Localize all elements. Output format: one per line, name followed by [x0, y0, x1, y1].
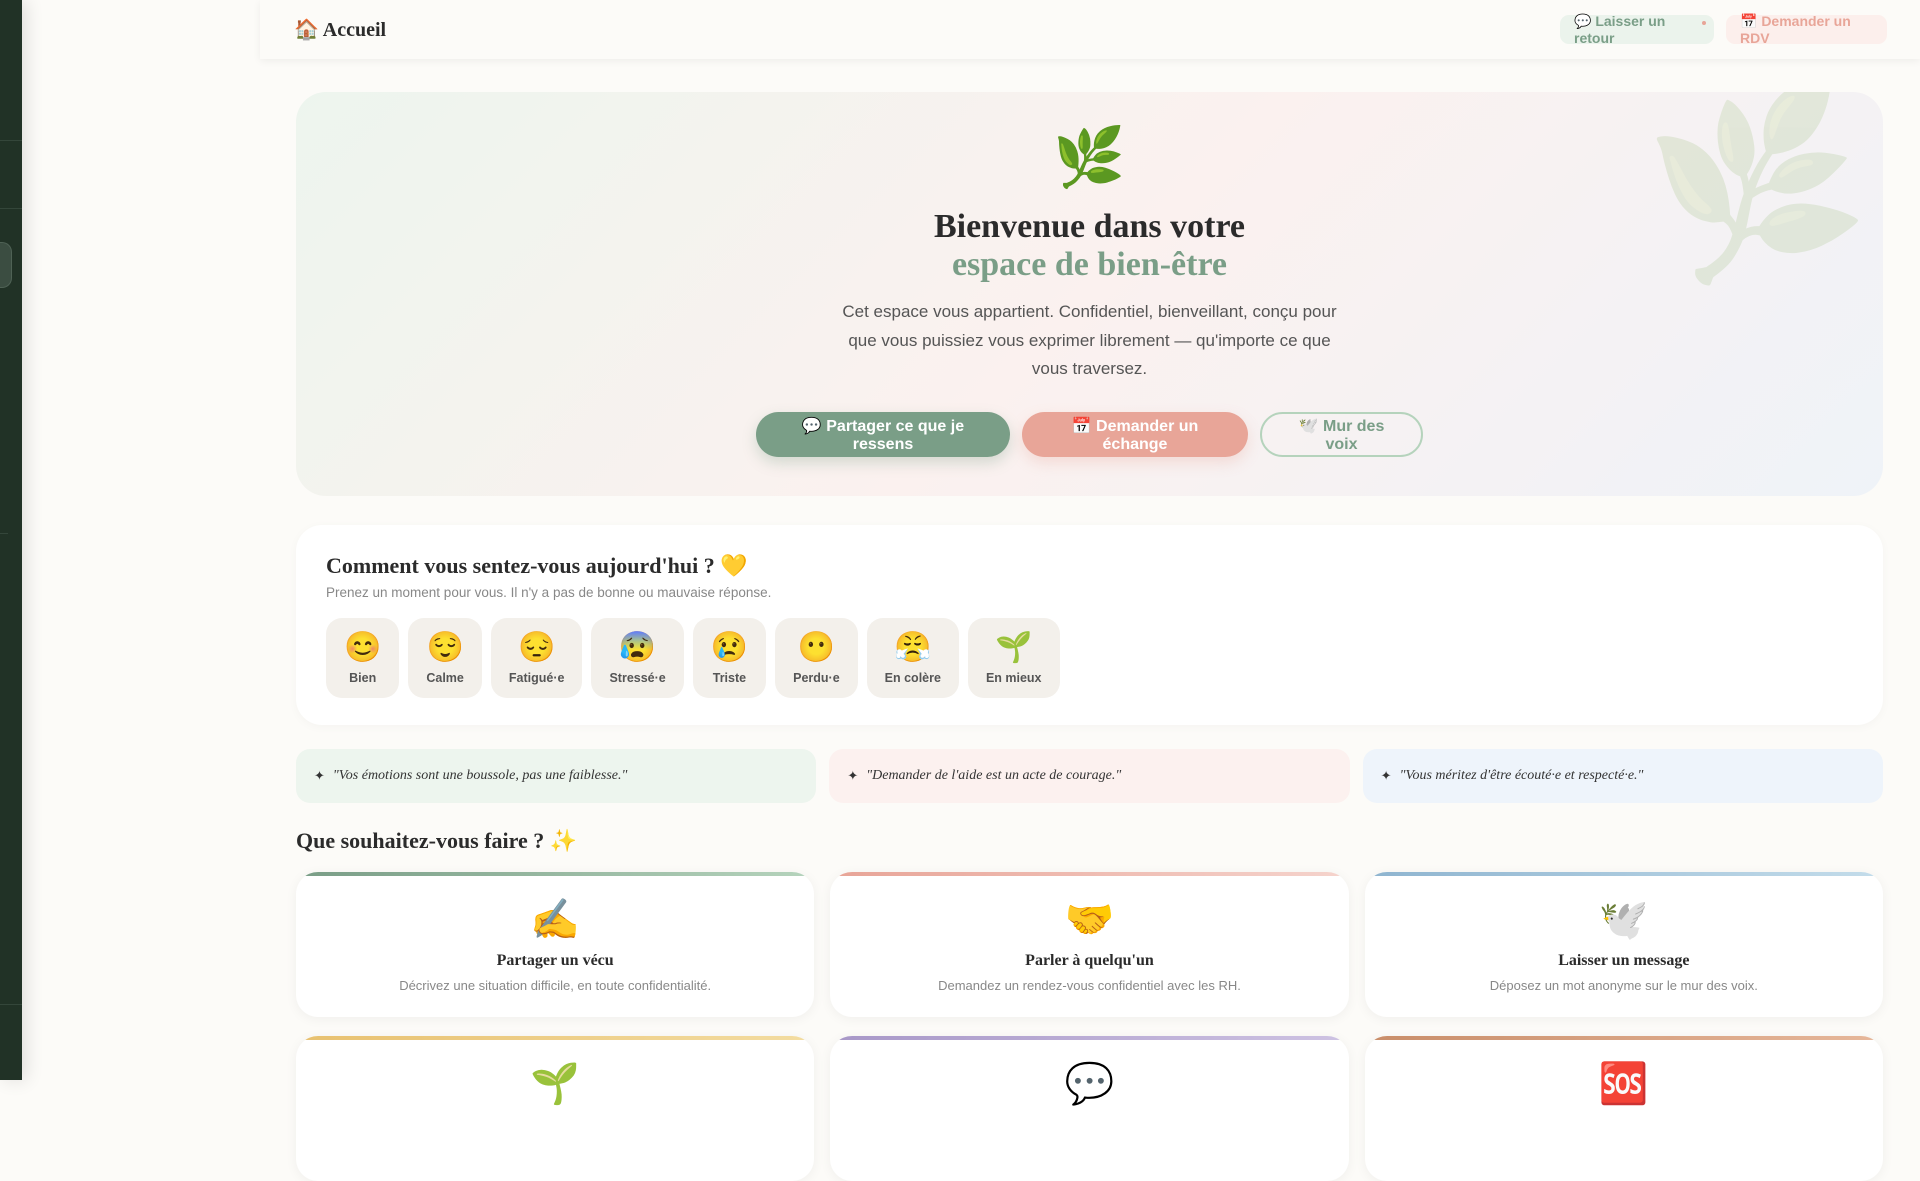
card-icon: ✍️: [530, 898, 581, 942]
quote-card: ✦ "Vos émotions sont une boussole, pas un…: [296, 749, 817, 803]
hero-banner: 🌿 🌿 Bienvenue dans votre espace de bien-…: [296, 92, 1883, 496]
quote-text: "Vous méritez d'être écouté·e et respect…: [1399, 768, 1644, 783]
mood-option[interactable]: 😊 Bien: [326, 618, 400, 698]
mood-emoji-icon: 🌱: [995, 631, 1033, 664]
feedback-label: 💬 Laisser un retour: [1574, 13, 1666, 46]
card-accent-bar: [304, 872, 807, 876]
mood-emoji-icon: 😔: [517, 631, 556, 664]
mood-emoji-icon: 😤: [894, 631, 932, 664]
card-accent-bar: [838, 1036, 1341, 1040]
mood-emoji-icon: 😌: [426, 631, 464, 664]
action-card[interactable]: 🕊️ Laisser un message Déposez un mot anony…: [1364, 872, 1883, 1017]
card-description: Déposez un mot anonyme sur le mur des vo…: [1489, 978, 1758, 993]
mood-title: Comment vous sentez-vous aujourd'hui ? 💛: [326, 553, 748, 578]
sidebar: [0, 0, 22, 1080]
request-exchange-button[interactable]: 📅 Demander un échange: [1022, 412, 1248, 457]
hero-title: Bienvenue dans votre: [933, 208, 1246, 245]
mood-label: Stressé·e: [609, 671, 666, 685]
share-feelings-button[interactable]: 💬 Partager ce que je ressens: [756, 412, 1010, 457]
wall-of-voices-button[interactable]: 🕊️ Mur des voix: [1260, 412, 1423, 457]
actions-title: Que souhaitez-vous faire ? ✨: [296, 828, 578, 853]
action-card[interactable]: 🌱: [296, 1036, 815, 1181]
mood-label: En mieux: [985, 671, 1042, 685]
sidebar-divider: [0, 140, 22, 141]
card-icon: 🕊️: [1598, 898, 1649, 942]
quote-card: ✦ "Vous méritez d'être écouté·e et respec…: [1362, 749, 1883, 803]
card-icon: 💬: [1064, 1062, 1115, 1106]
card-icon: 🤝: [1064, 898, 1115, 942]
mood-label: En colère: [884, 671, 941, 685]
sparkle-icon: ✦: [314, 768, 325, 783]
sidebar-divider: [0, 533, 8, 534]
mood-emoji-icon: 😰: [618, 631, 657, 664]
sidebar-divider: [0, 1004, 22, 1005]
mood-option[interactable]: 😤 En colère: [866, 618, 959, 698]
hero-description: Cet espace vous appartient. Confidentiel…: [842, 302, 1337, 378]
mood-label: Bien: [349, 671, 377, 685]
card-icon: 🆘: [1598, 1062, 1649, 1106]
action-card[interactable]: ✍️ Partager un vécu Décrivez une situation…: [296, 872, 815, 1017]
card-icon: 🌱: [530, 1062, 581, 1106]
page-title: 🏠 Accueil: [294, 19, 387, 41]
action-card[interactable]: 🆘: [1364, 1036, 1883, 1181]
mood-emoji-icon: 😊: [344, 631, 382, 664]
mood-label: Fatigué·e: [508, 671, 565, 685]
mood-option[interactable]: 😰 Stressé·e: [591, 618, 684, 698]
sparkle-icon: ✦: [847, 768, 859, 783]
request-appointment-button[interactable]: 📅 Demander un RDV: [1726, 13, 1887, 46]
card-accent-bar: [838, 872, 1341, 876]
mood-option[interactable]: 😔 Fatigué·e: [490, 618, 583, 698]
quote-card: ✦ "Demander de l'aide est un acte de cour…: [829, 749, 1350, 803]
action-card[interactable]: 💬: [830, 1036, 1349, 1181]
card-description: Demandez un rendez-vous confidentiel ave…: [938, 978, 1241, 993]
mood-option[interactable]: 😢 Triste: [692, 618, 767, 698]
mood-option[interactable]: 🌱 En mieux: [967, 618, 1060, 698]
mood-emoji-icon: 😢: [710, 631, 749, 664]
notification-dot: [1702, 21, 1706, 25]
mood-label: Triste: [712, 671, 747, 685]
mood-option[interactable]: 😶 Perdu·e: [775, 618, 858, 698]
sparkle-icon: ✦: [1380, 768, 1392, 783]
mood-label: Calme: [426, 671, 464, 685]
sidebar-active-item[interactable]: [0, 242, 12, 288]
mood-subtitle: Prenez un moment pour vous. Il n'y a pas…: [326, 585, 772, 600]
sidebar-divider: [0, 208, 22, 209]
quote-text: "Vos émotions sont une boussole, pas une…: [332, 768, 628, 783]
card-accent-bar: [1372, 1036, 1875, 1040]
card-title: Partager un vécu: [496, 952, 614, 969]
mood-label: Perdu·e: [793, 671, 840, 685]
card-title: Parler à quelqu'un: [1025, 952, 1154, 969]
leaf-icon: 🌿: [1053, 125, 1126, 190]
feedback-button[interactable]: 💬 Laisser un retour: [1560, 13, 1714, 46]
card-accent-bar: [1372, 872, 1875, 876]
rdv-label: 📅 Demander un RDV: [1740, 13, 1851, 46]
mood-checkin-card: Comment vous sentez-vous aujourd'hui ? 💛…: [296, 525, 1883, 725]
card-title: Laisser un message: [1558, 952, 1690, 969]
mood-emoji-icon: 😶: [797, 631, 836, 664]
card-description: Décrivez une situation difficile, en tou…: [399, 978, 712, 993]
mood-option[interactable]: 😌 Calme: [408, 618, 482, 698]
hero-subtitle: espace de bien-être: [951, 246, 1228, 283]
action-card[interactable]: 🤝 Parler à quelqu'un Demandez un rendez-vo…: [830, 872, 1349, 1017]
card-accent-bar: [304, 1036, 807, 1040]
quote-text: "Demander de l'aide est un acte de coura…: [866, 768, 1122, 783]
